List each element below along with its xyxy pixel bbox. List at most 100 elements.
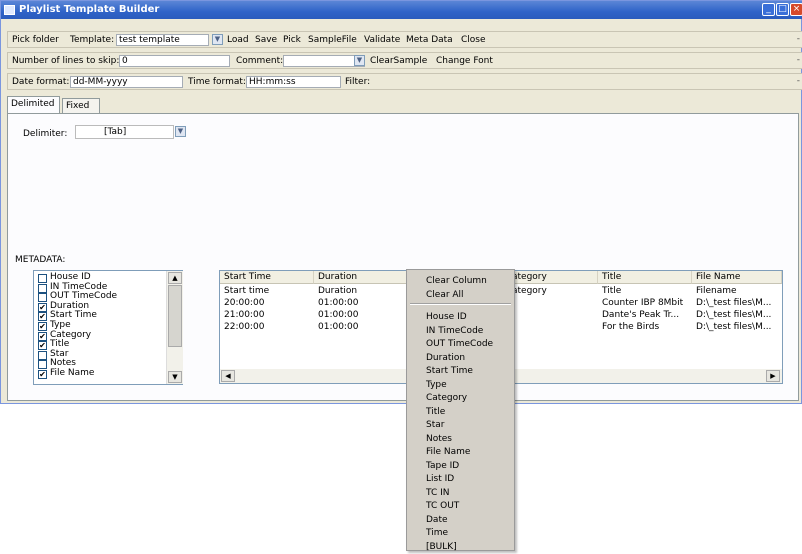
chevron-down-icon[interactable]: ▼ [175,126,186,137]
menu-item[interactable]: House ID [407,310,514,324]
date-format-input[interactable]: dd-MM-yyyy [70,76,183,88]
metadata-item-label: Star [50,348,69,359]
metadata-item-label: OUT TimeCode [50,291,118,302]
metadata-button[interactable]: Meta Data [406,35,453,45]
menu-item[interactable]: OUT TimeCode [407,337,514,351]
checkbox[interactable]: ✔ [38,341,47,351]
table-cell[interactable]: D:\_test files\M... [692,309,782,321]
checkbox[interactable]: ✔ [38,322,47,331]
filter-input[interactable] [372,76,492,88]
table-cell[interactable]: 01:00:00 [314,309,408,321]
column-header[interactable]: File Name [692,271,782,284]
maximize-button[interactable]: □ [776,3,789,16]
title-bar[interactable]: Playlist Template Builder _ □ × [1,1,802,19]
checkbox[interactable] [38,360,47,370]
comment-select[interactable] [283,55,365,67]
menu-item[interactable]: Tape ID [407,459,514,473]
scroll-left-arrow-icon[interactable]: ◀ [221,370,235,382]
tab-strip: Delimited Fixed [7,96,799,113]
date-format-label: Date format: [12,77,70,87]
table-cell[interactable]: 01:00:00 [314,297,408,309]
change-font-button[interactable]: Change Font [436,56,493,66]
menu-item-clear-column[interactable]: Clear Column [407,274,514,288]
table-cell[interactable]: 22:00:00 [220,321,314,333]
chevron-down-icon[interactable]: ▼ [212,34,223,45]
menu-item-clear-all[interactable]: Clear All [407,288,514,302]
table-cell[interactable]: Start time [220,285,314,297]
table-cell[interactable]: Dante's Peak Tr... [598,309,692,321]
checkbox[interactable] [38,350,47,360]
checkbox[interactable] [38,283,47,293]
chevron-down-icon[interactable]: ▼ [354,55,365,66]
table-cell[interactable]: Counter IBP 8Mbit [598,297,692,309]
checkbox[interactable]: ✔ [38,331,47,341]
menu-item[interactable]: Duration [407,351,514,365]
save-button[interactable]: Save [255,35,277,45]
toolbar-grip: - [796,55,800,65]
table-cell[interactable]: ategory [508,285,598,297]
menu-item[interactable]: Notes [407,432,514,446]
table-cell[interactable]: Filename [692,285,782,297]
menu-item[interactable]: Star [407,418,514,432]
comment-label: Comment: [236,56,284,66]
close-menu-button[interactable]: Close [461,35,486,45]
checkbox[interactable] [38,293,47,303]
menu-item[interactable]: File Name [407,445,514,459]
load-button[interactable]: Load [227,35,249,45]
scroll-right-arrow-icon[interactable]: ▶ [766,370,780,382]
menu-item[interactable]: [BULK] [407,540,514,554]
close-button[interactable]: × [790,3,802,16]
table-cell[interactable] [508,321,598,333]
skip-lines-input[interactable]: 0 [119,55,230,67]
validate-button[interactable]: Validate [364,35,400,45]
app-window: Playlist Template Builder _ □ × Pick fol… [0,0,802,404]
scroll-up-arrow-icon[interactable]: ▲ [168,272,182,284]
table-cell[interactable] [508,309,598,321]
scrollbar-thumb[interactable] [168,285,182,347]
menu-item[interactable]: Start Time [407,364,514,378]
table-cell[interactable]: For the Birds [598,321,692,333]
clear-sample-button[interactable]: ClearSample [370,56,427,66]
metadata-item-label: File Name [50,368,95,378]
table-cell[interactable]: 21:00:00 [220,309,314,321]
scroll-down-arrow-icon[interactable]: ▼ [168,371,182,383]
menu-item[interactable]: Category [407,391,514,405]
tab-delimited[interactable]: Delimited [7,96,60,113]
table-cell[interactable]: Title [598,285,692,297]
checkbox[interactable]: ✔ [38,312,47,322]
table-cell[interactable]: 20:00:00 [220,297,314,309]
minimize-button[interactable]: _ [762,3,775,16]
samplefile-button[interactable]: SampleFile [308,35,357,45]
menu-item[interactable]: List ID [407,472,514,486]
table-cell[interactable]: Duration [314,285,408,297]
pick-button[interactable]: Pick [283,35,301,45]
checkbox[interactable]: ✔ [38,370,47,379]
column-header[interactable]: ategory [508,271,598,284]
delimiter-select[interactable]: [Tab] [75,125,174,139]
table-cell[interactable]: D:\_test files\M... [692,321,782,333]
tab-fixed[interactable]: Fixed [62,98,100,113]
menu-item[interactable]: TC OUT [407,499,514,513]
menu-item[interactable]: Type [407,378,514,392]
time-format-input[interactable]: HH:mm:ss [246,76,341,88]
menu-item[interactable]: TC IN [407,486,514,500]
column-header[interactable]: Duration [314,271,408,284]
metadata-scrollbar[interactable]: ▲ ▼ [166,271,183,384]
table-cell[interactable] [508,297,598,309]
pick-folder-button[interactable]: Pick folder [12,35,59,45]
column-header[interactable]: Title [598,271,692,284]
checkbox[interactable]: ✔ [38,302,47,312]
menu-item[interactable]: Title [407,405,514,419]
table-cell[interactable]: 01:00:00 [314,321,408,333]
template-select[interactable]: test template [116,34,209,46]
time-format-label: Time format: [188,77,246,87]
table-cell[interactable]: D:\_test files\M... [692,297,782,309]
menu-item[interactable]: Time [407,526,514,540]
menu-item[interactable]: IN TimeCode [407,324,514,338]
checkbox[interactable] [38,274,47,283]
toolbar-row-3: Date format: dd-MM-yyyy Time format: HH:… [7,73,802,90]
metadata-checklist[interactable]: House ID IN TimeCode OUT TimeCode ✔ Duration… [33,270,183,385]
metadata-item-label: Category [50,329,92,340]
menu-item[interactable]: Date [407,513,514,527]
column-header[interactable]: Start Time [220,271,314,284]
